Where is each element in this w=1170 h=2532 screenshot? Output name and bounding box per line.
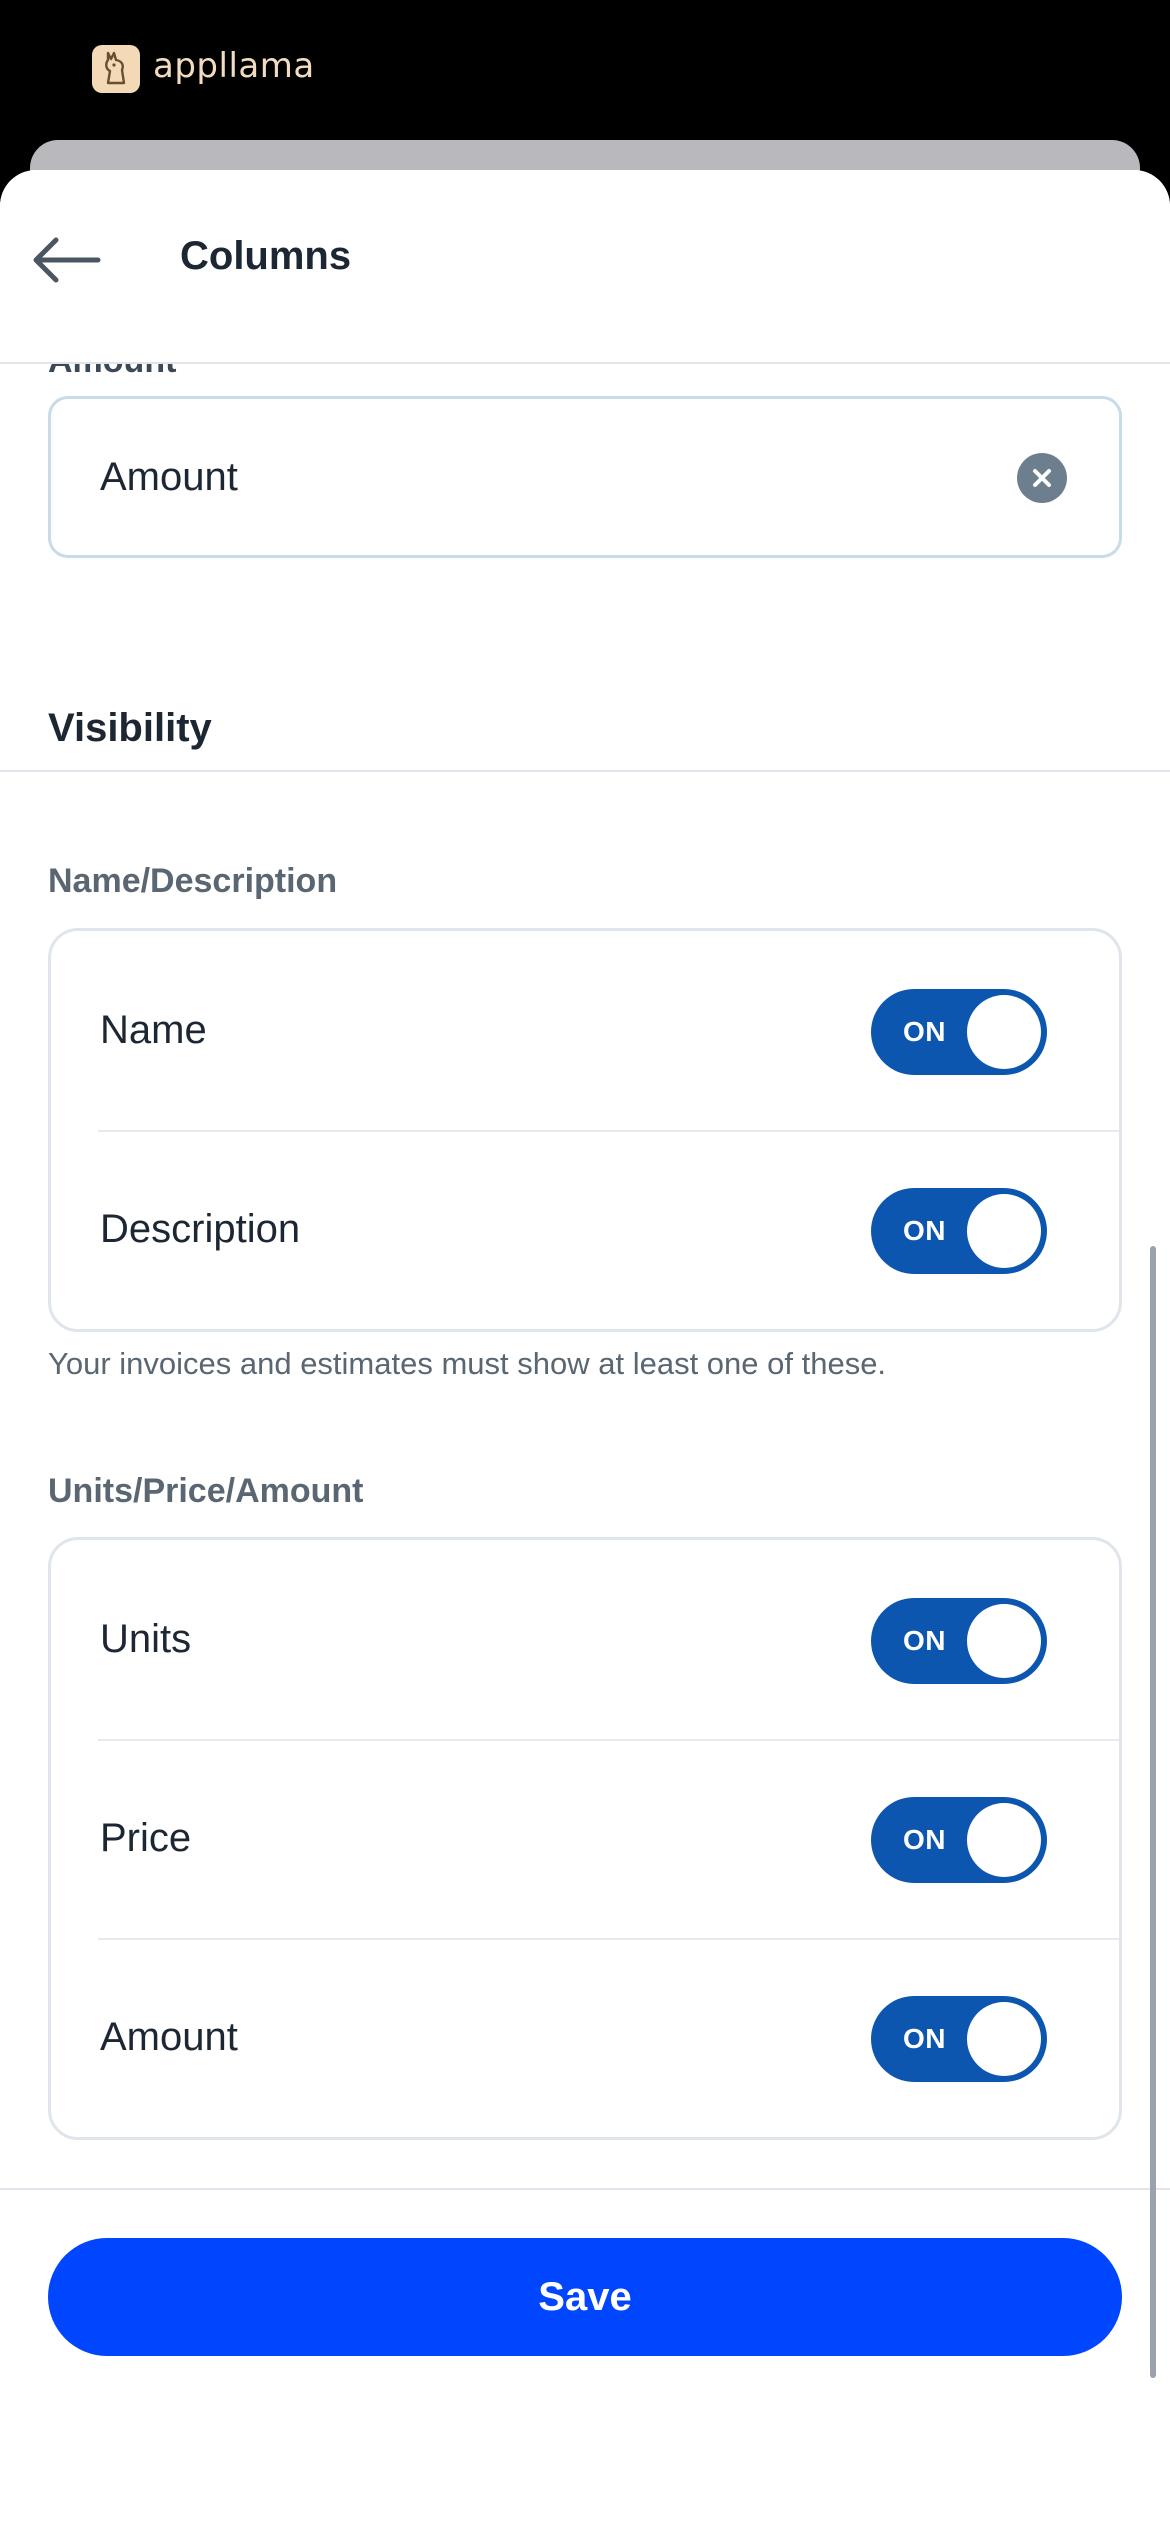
toggle-row-amount: Amount ON [51,1938,1119,2137]
toggle-row-units: Units ON [51,1540,1119,1739]
sheet-content: Amount Amount Visibility Name/Descriptio… [0,170,1170,2532]
description-toggle[interactable]: ON [871,1188,1047,1274]
brand-name: appllama [153,46,315,86]
name-toggle[interactable]: ON [871,989,1047,1075]
arrow-left-icon [33,237,101,283]
toggle-knob [967,1194,1041,1268]
row-label: Units [100,1617,192,1661]
llama-logo-icon [92,45,140,93]
footer-divider [0,2188,1170,2190]
units-toggle[interactable]: ON [871,1598,1047,1684]
sheet-header: Columns [0,170,1170,364]
toggle-knob [967,2002,1041,2076]
amount-toggle[interactable]: ON [871,1996,1047,2082]
toggle-knob [967,1803,1041,1877]
scrollbar[interactable] [1150,1246,1156,2378]
name-description-group-label: Name/Description [48,862,338,900]
toggle-knob [967,1604,1041,1678]
brand-bar: appllama [0,0,1170,150]
toggle-row-description: Description ON [51,1130,1119,1329]
toggle-knob [967,995,1041,1069]
row-label: Amount [100,2015,238,2059]
name-description-helper-text: Your invoices and estimates must show at… [48,1346,887,1381]
back-button[interactable] [26,220,106,300]
save-button[interactable]: Save [48,2238,1122,2356]
amount-input[interactable]: Amount [48,396,1122,558]
toggle-row-name: Name ON [51,931,1119,1130]
columns-sheet: Amount Amount Visibility Name/Descriptio… [0,170,1170,2532]
row-label: Name [100,1008,207,1052]
row-label: Description [100,1207,301,1251]
visibility-section-title: Visibility [48,706,212,750]
toggle-state: ON [903,1824,946,1855]
toggle-state: ON [903,1625,946,1656]
clear-icon[interactable] [1017,453,1067,503]
page-title: Columns [180,234,352,278]
row-label: Price [100,1816,192,1860]
toggle-state: ON [903,1016,946,1047]
amount-input-value[interactable]: Amount [100,455,238,500]
toggle-row-price: Price ON [51,1739,1119,1938]
toggle-state: ON [903,1215,946,1246]
save-button-label: Save [538,2274,632,2319]
name-description-card: Name ON Description ON [48,928,1122,1332]
units-price-amount-card: Units ON Price ON Amount ON [48,1537,1122,2140]
divider [0,770,1170,772]
price-toggle[interactable]: ON [871,1797,1047,1883]
units-price-amount-group-label: Units/Price/Amount [48,1472,364,1510]
toggle-state: ON [903,2023,946,2054]
